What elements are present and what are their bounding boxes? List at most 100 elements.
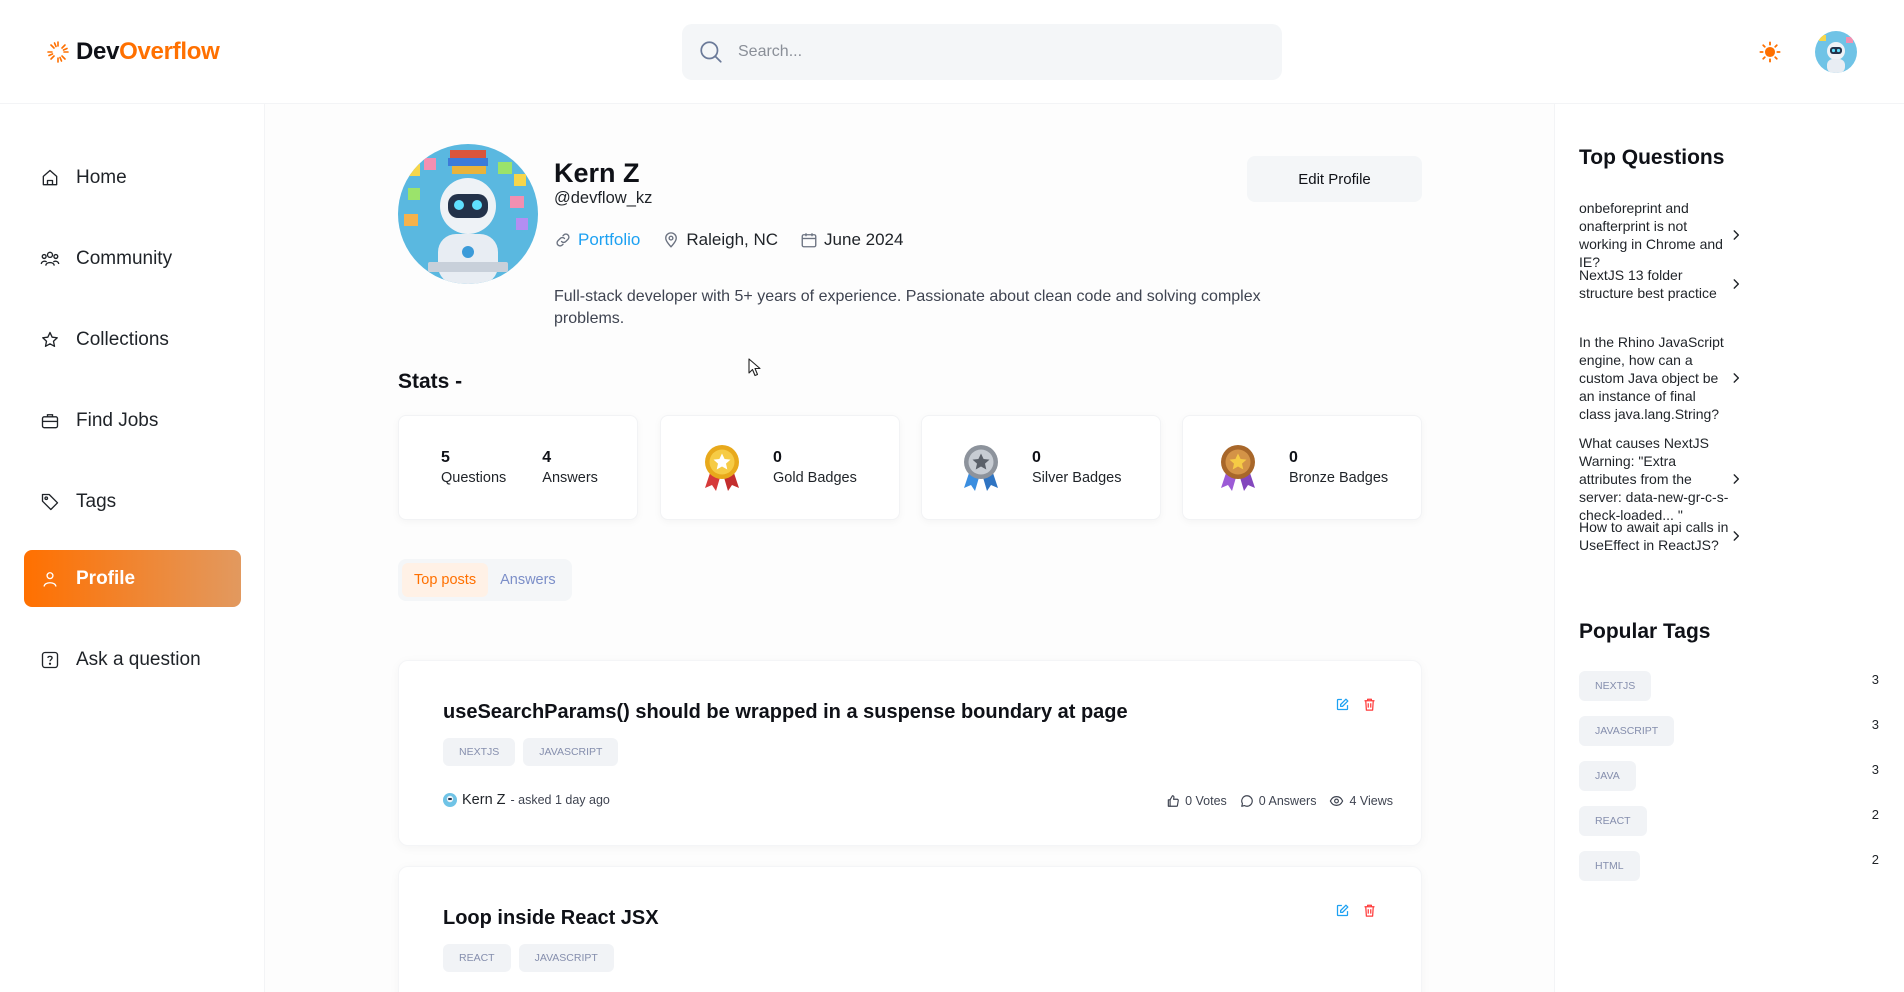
post-title[interactable]: Loop inside React JSX: [443, 907, 659, 930]
profile-handle: @devflow_kz: [554, 189, 653, 207]
portfolio-link-label[interactable]: Portfolio: [578, 230, 640, 250]
stat-card-silver: 0 Silver Badges: [921, 415, 1161, 520]
profile-picture: [398, 144, 538, 284]
nav-label: Ask a question: [76, 648, 201, 670]
stat-value: 0: [1289, 448, 1298, 466]
stat-gold: 0 Gold Badges: [773, 448, 857, 488]
views-label: 4 Views: [1349, 794, 1393, 808]
gold-medal-icon: [701, 444, 743, 492]
top-question-item[interactable]: NextJS 13 folder structure best practice: [1579, 266, 1879, 302]
stat-questions: 5 Questions: [441, 448, 506, 488]
edit-icon[interactable]: [1335, 697, 1350, 712]
stat-label: Silver Badges: [1032, 469, 1122, 486]
edit-icon[interactable]: [1335, 903, 1350, 918]
edit-profile-button[interactable]: Edit Profile: [1247, 156, 1422, 202]
nav-label: Home: [76, 166, 127, 188]
question-text: In the Rhino JavaScript engine, how can …: [1579, 334, 1724, 422]
main-content: Kern Z @devflow_kz Portfolio Raleigh, NC…: [265, 104, 1554, 992]
post-author[interactable]: Kern Z - asked 1 day ago: [443, 792, 610, 808]
popular-tag-row: HTML 2: [1579, 851, 1879, 881]
popular-tag[interactable]: HTML: [1579, 851, 1640, 881]
briefcase-icon: [40, 411, 60, 431]
popular-tag[interactable]: NEXTJS: [1579, 671, 1652, 701]
popular-tags-title: Popular Tags: [1579, 620, 1711, 643]
popular-tag[interactable]: JAVASCRIPT: [1579, 716, 1675, 746]
nav-label: Collections: [76, 328, 169, 350]
nav-label: Tags: [76, 490, 117, 512]
popular-tag-row: NEXTJS 3: [1579, 671, 1879, 701]
post-title[interactable]: useSearchParams() should be wrapped in a…: [443, 701, 1128, 724]
question-text: onbeforeprint and onafterprint is not wo…: [1579, 200, 1723, 270]
nav-item-collections[interactable]: Collections: [24, 311, 241, 368]
profile-name: Kern Z: [554, 158, 640, 188]
stat-card-gold: 0 Gold Badges: [660, 415, 900, 520]
author-name[interactable]: Kern Z: [462, 792, 506, 808]
user-icon: [40, 569, 60, 589]
post-tag[interactable]: REACT: [443, 944, 511, 972]
question-text: NextJS 13 folder structure best practice: [1579, 267, 1717, 301]
post-tag[interactable]: JAVASCRIPT: [523, 738, 619, 766]
stat-value: 0: [773, 448, 782, 466]
chevron-right-icon: [1729, 371, 1879, 385]
logo[interactable]: DevOverflow: [46, 38, 220, 66]
tag-count: 3: [1871, 762, 1879, 777]
star-icon: [40, 330, 60, 350]
chevron-right-icon: [1729, 529, 1879, 543]
views-metric: 4 Views: [1329, 794, 1393, 808]
nav-item-find-jobs[interactable]: Find Jobs: [24, 392, 241, 449]
stat-value: 4: [542, 448, 552, 466]
user-avatar[interactable]: [1815, 31, 1857, 73]
stat-label: Answers: [542, 469, 598, 486]
nav-item-tags[interactable]: Tags: [24, 473, 241, 530]
nav-item-ask-question[interactable]: Ask a question: [24, 631, 241, 688]
post-actions: [1335, 903, 1377, 918]
top-question-item[interactable]: In the Rhino JavaScript engine, how can …: [1579, 333, 1879, 423]
nav-item-profile[interactable]: Profile: [24, 550, 241, 607]
left-sidebar: Home Community Collections Find Jobs Tag…: [0, 104, 265, 992]
tag-count: 2: [1871, 807, 1879, 822]
profile-bio: Full-stack developer with 5+ years of ex…: [554, 288, 1261, 327]
silver-medal-icon: [960, 444, 1002, 492]
chevron-right-icon: [1729, 228, 1879, 242]
eye-icon: [1329, 794, 1344, 808]
location-label: Raleigh, NC: [686, 230, 779, 249]
post-tag[interactable]: JAVASCRIPT: [518, 944, 614, 972]
stat-label: Questions: [441, 469, 507, 486]
delete-icon[interactable]: [1362, 697, 1377, 712]
popular-tag[interactable]: JAVA: [1579, 761, 1636, 791]
tag-count: 3: [1871, 672, 1879, 687]
delete-icon[interactable]: [1362, 903, 1377, 918]
top-question-item[interactable]: onbeforeprint and onafterprint is not wo…: [1579, 199, 1879, 271]
votes-metric: 0 Votes: [1166, 794, 1227, 808]
profile-meta: Portfolio Raleigh, NC June 2024: [554, 230, 903, 250]
top-question-item[interactable]: What causes NextJS Warning: "Extra attri…: [1579, 434, 1879, 524]
nav-item-community[interactable]: Community: [24, 230, 241, 287]
tab-top-posts[interactable]: Top posts: [402, 563, 489, 597]
tag-count: 2: [1871, 852, 1879, 867]
post-tag[interactable]: NEXTJS: [443, 738, 516, 766]
stat-label: Bronze Badges: [1289, 469, 1389, 486]
joined-label: June 2024: [824, 230, 904, 249]
thumbs-up-icon: [1166, 794, 1180, 808]
tab-answers[interactable]: Answers: [488, 563, 568, 597]
stat-card-bronze: 0 Bronze Badges: [1182, 415, 1422, 520]
nav-item-home[interactable]: Home: [24, 149, 241, 206]
question-text: How to await api calls in UseEffect in R…: [1579, 519, 1729, 553]
portfolio-link[interactable]: Portfolio: [554, 230, 640, 250]
asked-time: - asked 1 day ago: [510, 793, 610, 807]
search-input[interactable]: [738, 43, 1258, 61]
mouse-cursor-icon: [748, 358, 762, 378]
profile-tabs: Top posts Answers: [398, 559, 572, 601]
theme-toggle-button[interactable]: [1756, 38, 1784, 66]
popular-tag-row: REACT 2: [1579, 806, 1879, 836]
stat-value: 0: [1032, 448, 1041, 466]
popular-tag-row: JAVA 3: [1579, 761, 1879, 791]
home-icon: [40, 168, 60, 188]
top-question-item[interactable]: How to await api calls in UseEffect in R…: [1579, 518, 1879, 554]
top-bar: DevOverflow: [0, 0, 1904, 104]
post-tags: REACT JAVASCRIPT: [443, 944, 614, 972]
search-icon: [698, 39, 724, 65]
global-search[interactable]: [682, 24, 1282, 80]
answers-label: 0 Answers: [1258, 794, 1317, 808]
popular-tag[interactable]: REACT: [1579, 806, 1647, 836]
